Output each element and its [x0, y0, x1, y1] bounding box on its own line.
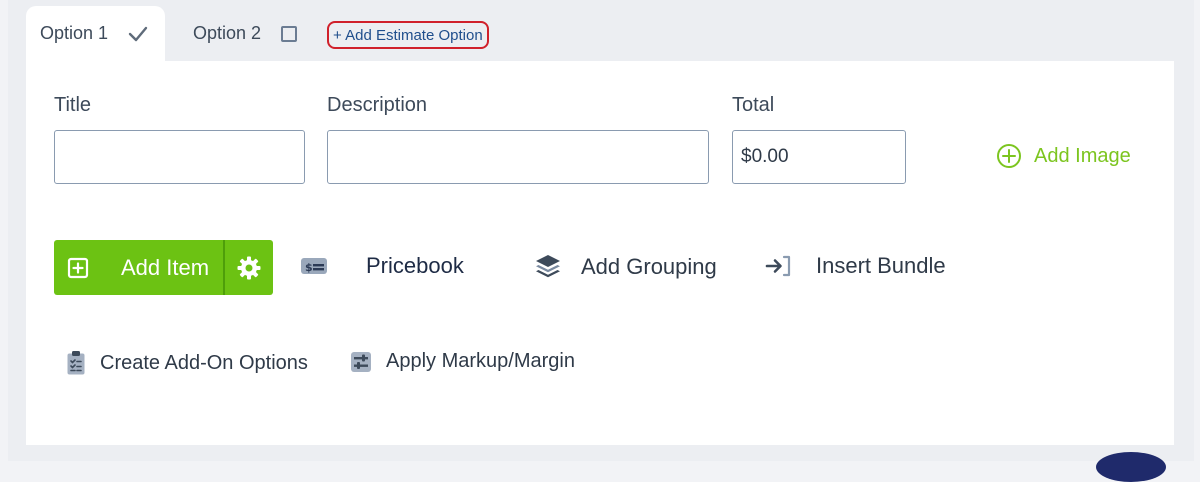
tab-option-2-label: Option 2 [193, 23, 262, 43]
price-tag-icon: $ [300, 257, 328, 275]
corner-avatar [1096, 452, 1166, 482]
checkbox-icon[interactable] [281, 25, 298, 42]
option-tabs: Option 1 Option 2 + Add Estimate Option [26, 6, 1174, 61]
plus-square-icon [67, 257, 89, 278]
gear-icon [237, 256, 261, 279]
add-item-button[interactable]: Add Item [54, 240, 223, 295]
tab-option-1-label: Option 1 [40, 23, 109, 43]
checkmark-icon [128, 26, 148, 41]
description-label: Description [327, 94, 428, 116]
add-item-settings-button[interactable] [225, 240, 273, 295]
clipboard-list-icon [66, 350, 86, 376]
estimate-option-panel: Title Description Total $0.00 Add Image … [26, 61, 1174, 445]
plus-circle-icon [997, 144, 1021, 168]
svg-text:$: $ [305, 261, 313, 274]
create-addon-options-label: Create Add-On Options [100, 351, 308, 374]
create-addon-options-button[interactable]: Create Add-On Options [66, 350, 308, 376]
add-grouping-button[interactable]: Add Grouping [534, 253, 717, 281]
add-grouping-label: Add Grouping [581, 254, 717, 279]
total-label: Total [732, 94, 775, 116]
add-image-button[interactable]: Add Image [996, 143, 1131, 169]
layers-icon [534, 253, 562, 281]
insert-bundle-label: Insert Bundle [816, 253, 946, 278]
tab-option-2[interactable]: Option 2 [193, 6, 343, 61]
add-item-split-button: Add Item [54, 240, 273, 295]
pricebook-label: Pricebook [366, 253, 464, 278]
add-estimate-option-link[interactable]: + Add Estimate Option [327, 21, 489, 49]
total-field[interactable]: $0.00 [732, 130, 906, 184]
apply-markup-margin-label: Apply Markup/Margin [386, 350, 575, 372]
sign-in-arrow-icon [765, 254, 793, 278]
add-item-label: Add Item [121, 254, 210, 280]
title-label: Title [54, 94, 92, 116]
add-image-label: Add Image [1034, 144, 1131, 167]
description-field[interactable] [327, 130, 709, 184]
pricebook-button[interactable]: $ Pricebook [300, 253, 464, 279]
title-field[interactable] [54, 130, 305, 184]
insert-bundle-button[interactable]: Insert Bundle [765, 253, 946, 279]
sliders-icon [350, 351, 372, 373]
tab-option-1[interactable]: Option 1 [26, 6, 165, 61]
apply-markup-margin-button[interactable]: Apply Markup/Margin [350, 350, 575, 373]
